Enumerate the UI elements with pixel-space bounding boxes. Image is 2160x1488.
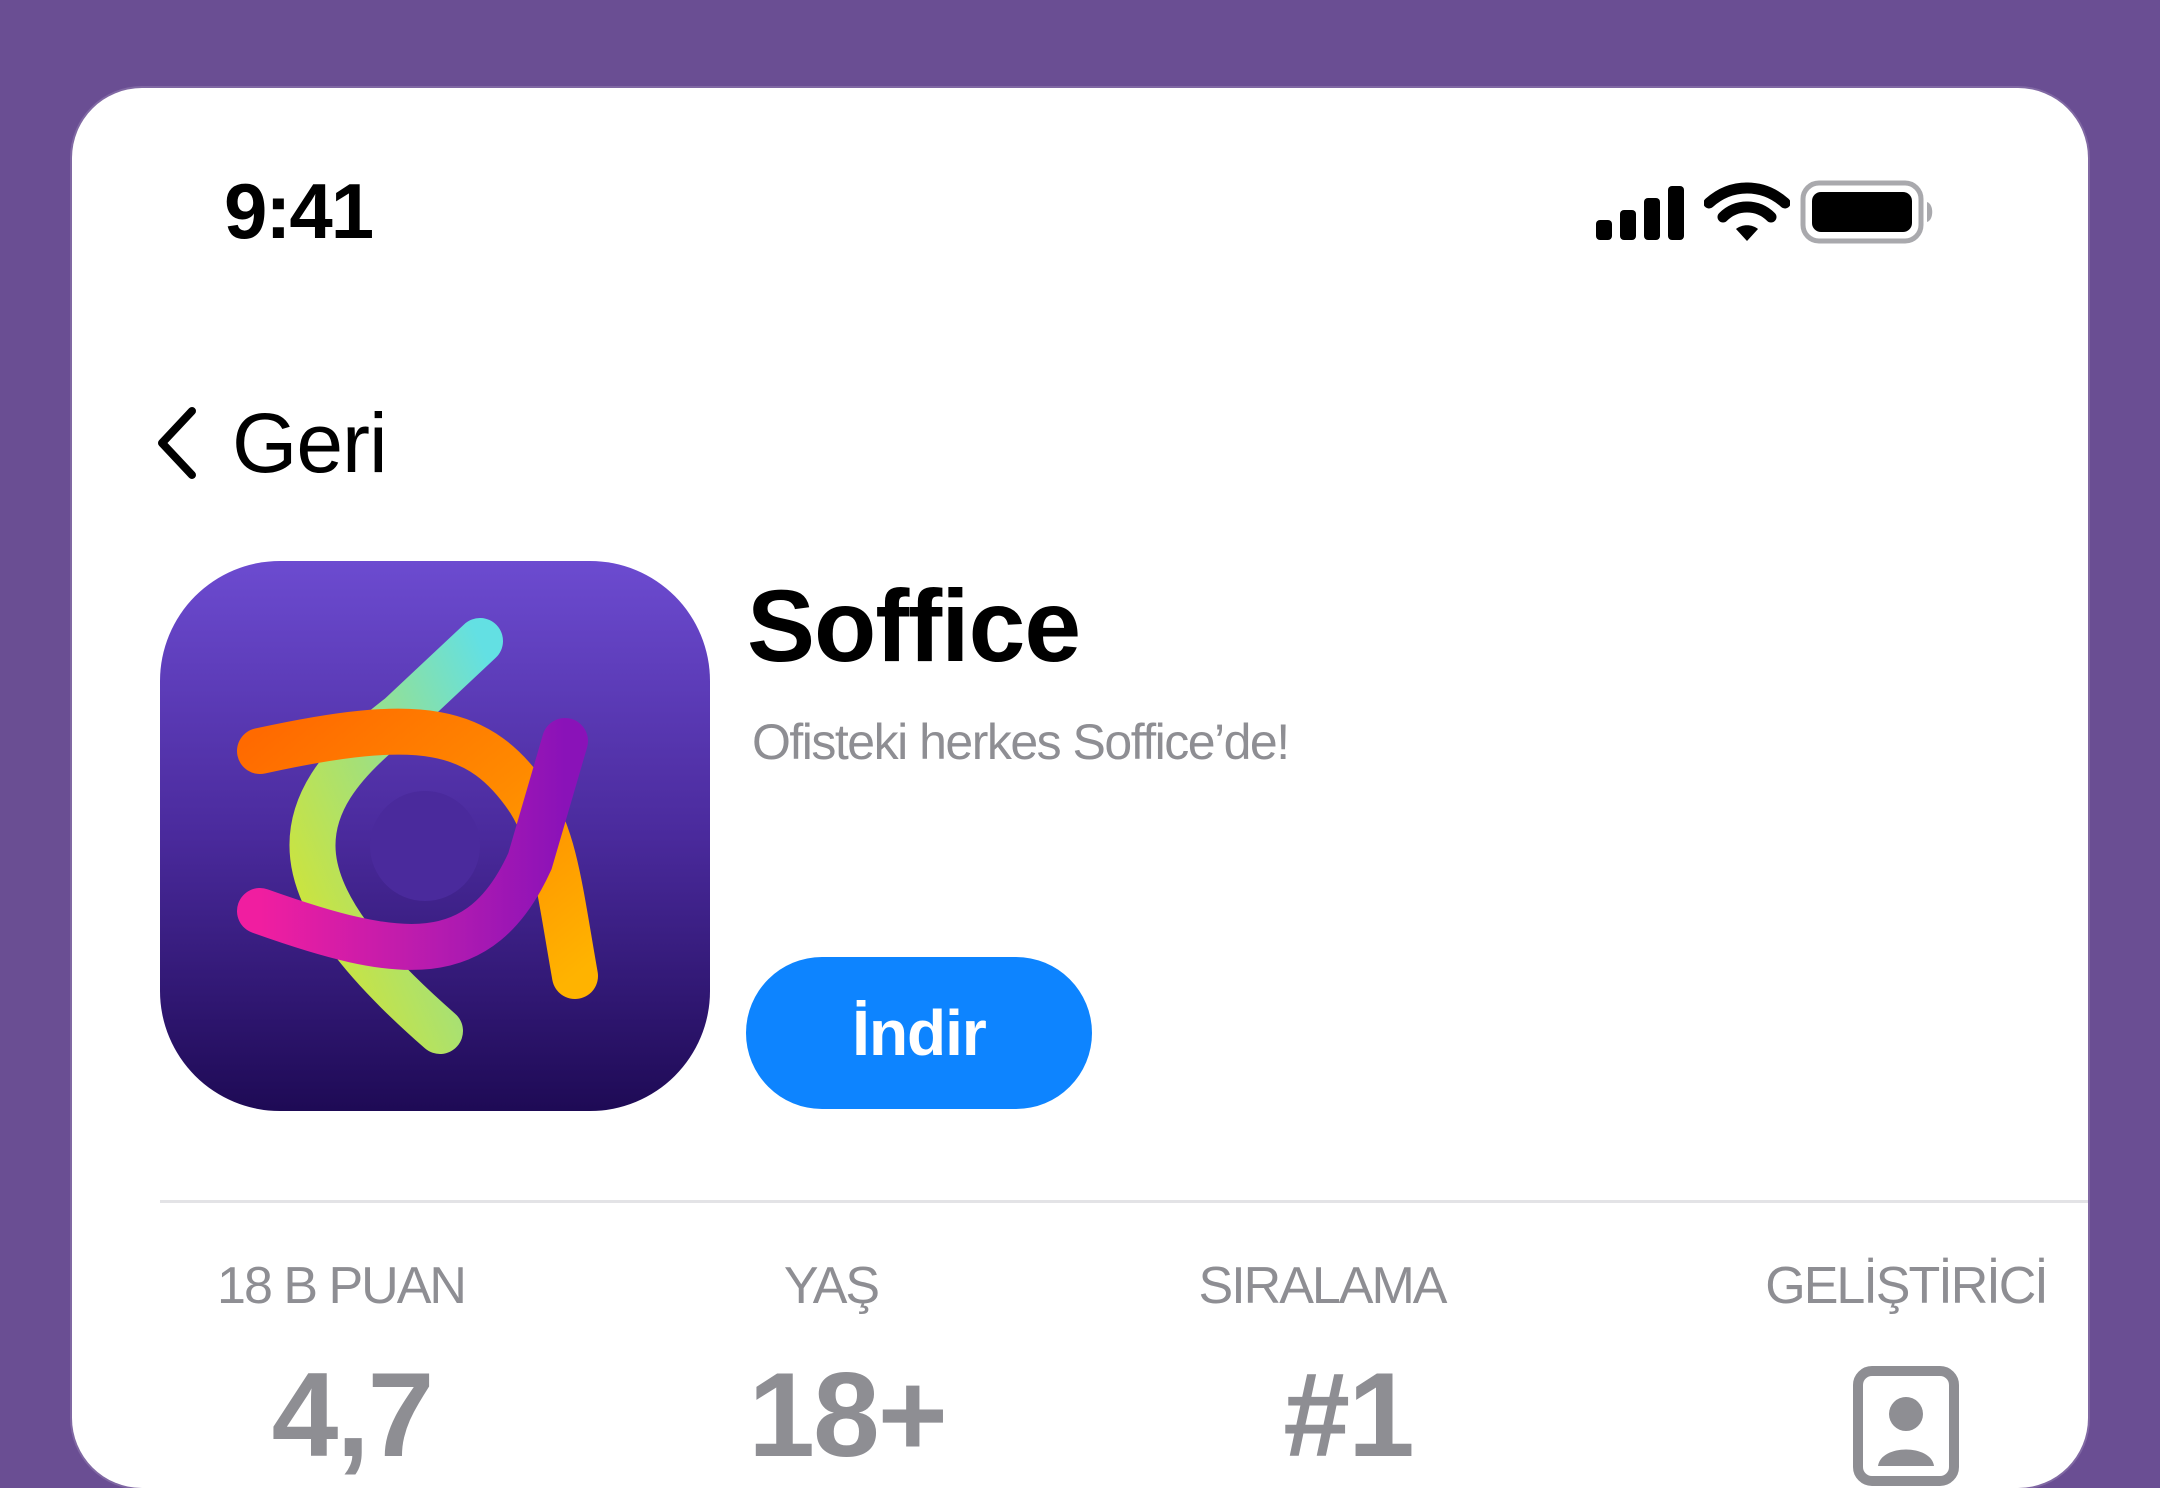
stat-age-label: YAŞ — [783, 1257, 880, 1315]
stat-rank-value: #1 — [1283, 1348, 1414, 1482]
app-store-screen: 9:41 Geri Soffice Ofisteki herkes Soffic… — [72, 88, 2088, 1488]
download-button[interactable]: İndir — [746, 957, 1092, 1109]
developer-profile-icon[interactable] — [1853, 1366, 1959, 1486]
stat-ratings-value: 4,7 — [271, 1348, 435, 1482]
app-subtitle: Ofisteki herkes Soffice’de! — [752, 714, 1290, 770]
divider — [160, 1200, 2088, 1203]
back-button[interactable]: Geri — [152, 388, 388, 498]
cellular-signal-icon — [1596, 186, 1684, 240]
back-label: Geri — [232, 395, 388, 490]
wifi-icon — [1704, 182, 1790, 241]
chevron-left-icon — [158, 407, 196, 479]
stat-ratings-label: 18 B PUAN — [217, 1257, 467, 1315]
status-time: 9:41 — [224, 167, 374, 255]
stat-age-value: 18+ — [748, 1348, 948, 1482]
stat-rank-label: SIRALAMA — [1198, 1257, 1448, 1315]
app-title: Soffice — [747, 569, 1081, 683]
battery-icon — [1800, 180, 1933, 244]
soffice-logo-icon[interactable] — [160, 561, 710, 1111]
stat-developer-label: GELİŞTİRİCİ — [1765, 1257, 2048, 1315]
